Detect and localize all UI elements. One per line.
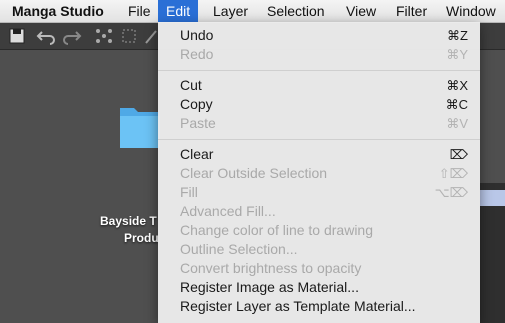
menu-item-redo: Redo [180, 46, 214, 62]
shortcut-paste: ⌘V [446, 116, 468, 131]
pen-icon[interactable] [144, 27, 158, 50]
folder-icon[interactable] [120, 102, 162, 155]
shortcut-redo: ⌘Y [446, 47, 468, 62]
shortcut-copy: ⌘C [445, 97, 468, 112]
undo-icon[interactable] [36, 27, 56, 50]
redo-icon[interactable] [62, 27, 82, 50]
shortcut-clear: ⌦ [449, 147, 468, 162]
menu-window[interactable]: Window [446, 0, 496, 22]
menu-file[interactable]: File [128, 0, 151, 22]
shortcut-cut: ⌘X [446, 78, 468, 93]
folder-label-line2: Produ [124, 231, 159, 245]
menu-item-copy[interactable]: Copy [180, 95, 213, 114]
menu-item-register-layer-template[interactable]: Register Layer as Template Material... [180, 297, 416, 316]
menu-item-clear[interactable]: Clear [180, 145, 213, 164]
save-icon[interactable] [8, 27, 26, 50]
menu-item-change-line-color: Change color of line to drawing [180, 222, 374, 238]
menu-separator [158, 70, 480, 71]
transform-icon[interactable] [94, 27, 114, 50]
shortcut-fill: ⌥⌦ [434, 185, 468, 200]
folder-label: Bayside T [100, 214, 157, 228]
menu-layer[interactable]: Layer [213, 0, 248, 22]
selection-icon[interactable] [120, 27, 140, 50]
menu-view[interactable]: View [346, 0, 376, 22]
shortcut-clear-outside-selection: ⇧⌦ [438, 166, 468, 181]
edit-menu: Undo ⌘Z Redo ⌘Y Cut ⌘X Copy ⌘C Paste ⌘V … [158, 22, 480, 323]
menu-selection[interactable]: Selection [267, 0, 325, 22]
menu-item-fill: Fill [180, 184, 198, 200]
menu-separator [158, 139, 480, 140]
menu-filter[interactable]: Filter [396, 0, 427, 22]
menu-item-cut[interactable]: Cut [180, 76, 202, 95]
menu-item-clear-outside-selection: Clear Outside Selection [180, 165, 328, 181]
menu-item-register-image-material[interactable]: Register Image as Material... [180, 278, 359, 297]
panel-strip [480, 190, 505, 206]
menu-item-paste: Paste [180, 115, 216, 131]
app-menu[interactable]: Manga Studio [12, 0, 104, 22]
menu-item-brightness-to-opacity: Convert brightness to opacity [180, 260, 362, 276]
menu-edit[interactable]: Edit [158, 0, 199, 22]
menu-item-undo[interactable]: Undo [180, 26, 213, 45]
menu-bar: Manga Studio File Edit Layer Selection V… [0, 0, 505, 23]
shortcut-undo: ⌘Z [447, 28, 468, 43]
menu-item-advanced-fill: Advanced Fill... [180, 203, 276, 219]
menu-item-outline-selection: Outline Selection... [180, 241, 298, 257]
